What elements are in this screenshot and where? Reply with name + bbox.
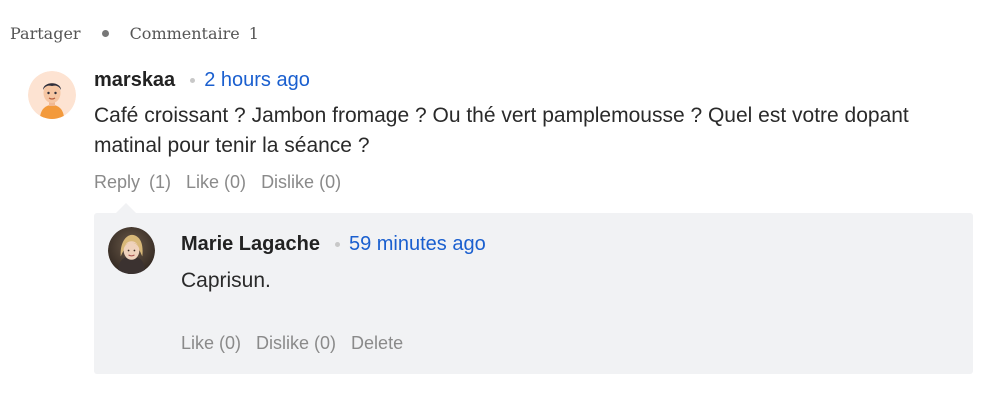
separator-dot (190, 77, 196, 83)
separator-dot (334, 241, 340, 247)
comment-actions: Reply (1) Like (0) Dislike (0) (94, 170, 356, 194)
reply-notch (116, 203, 136, 213)
reply-avatar[interactable] (108, 227, 155, 274)
separator-dot (101, 29, 109, 37)
avatar[interactable] (28, 71, 76, 119)
photo-user-avatar-icon (108, 227, 155, 274)
share-bar: Partager Commentaire 1 (10, 22, 259, 44)
reply-author[interactable]: Marie Lagache (181, 233, 320, 256)
reply-button[interactable]: Reply (94, 172, 140, 193)
comment-author-line: marskaa 2 hours ago (94, 66, 310, 94)
reply-actions: Like (0) Dislike (0) Delete (181, 331, 418, 355)
dislike-button[interactable]: Dislike (0) (256, 333, 336, 354)
reply-timestamp[interactable]: 59 minutes ago (349, 233, 486, 256)
comment-author[interactable]: marskaa (94, 69, 175, 92)
comment-timestamp[interactable]: 2 hours ago (204, 69, 310, 92)
reply-text: Caprisun. (181, 269, 271, 292)
comment-text: Café croissant ? Jambon fromage ? Ou thé… (94, 104, 909, 157)
comment-label[interactable]: Commentaire (130, 24, 240, 43)
dislike-button[interactable]: Dislike (0) (261, 172, 341, 193)
comment-count: 1 (248, 23, 259, 43)
reply-author-line: Marie Lagache 59 minutes ago (181, 230, 486, 258)
delete-button[interactable]: Delete (351, 333, 403, 354)
share-link[interactable]: Partager (10, 24, 81, 43)
like-button[interactable]: Like (0) (186, 172, 246, 193)
like-button[interactable]: Like (0) (181, 333, 241, 354)
cartoon-user-avatar-icon (28, 71, 76, 119)
reply-count[interactable]: (1) (149, 172, 171, 193)
